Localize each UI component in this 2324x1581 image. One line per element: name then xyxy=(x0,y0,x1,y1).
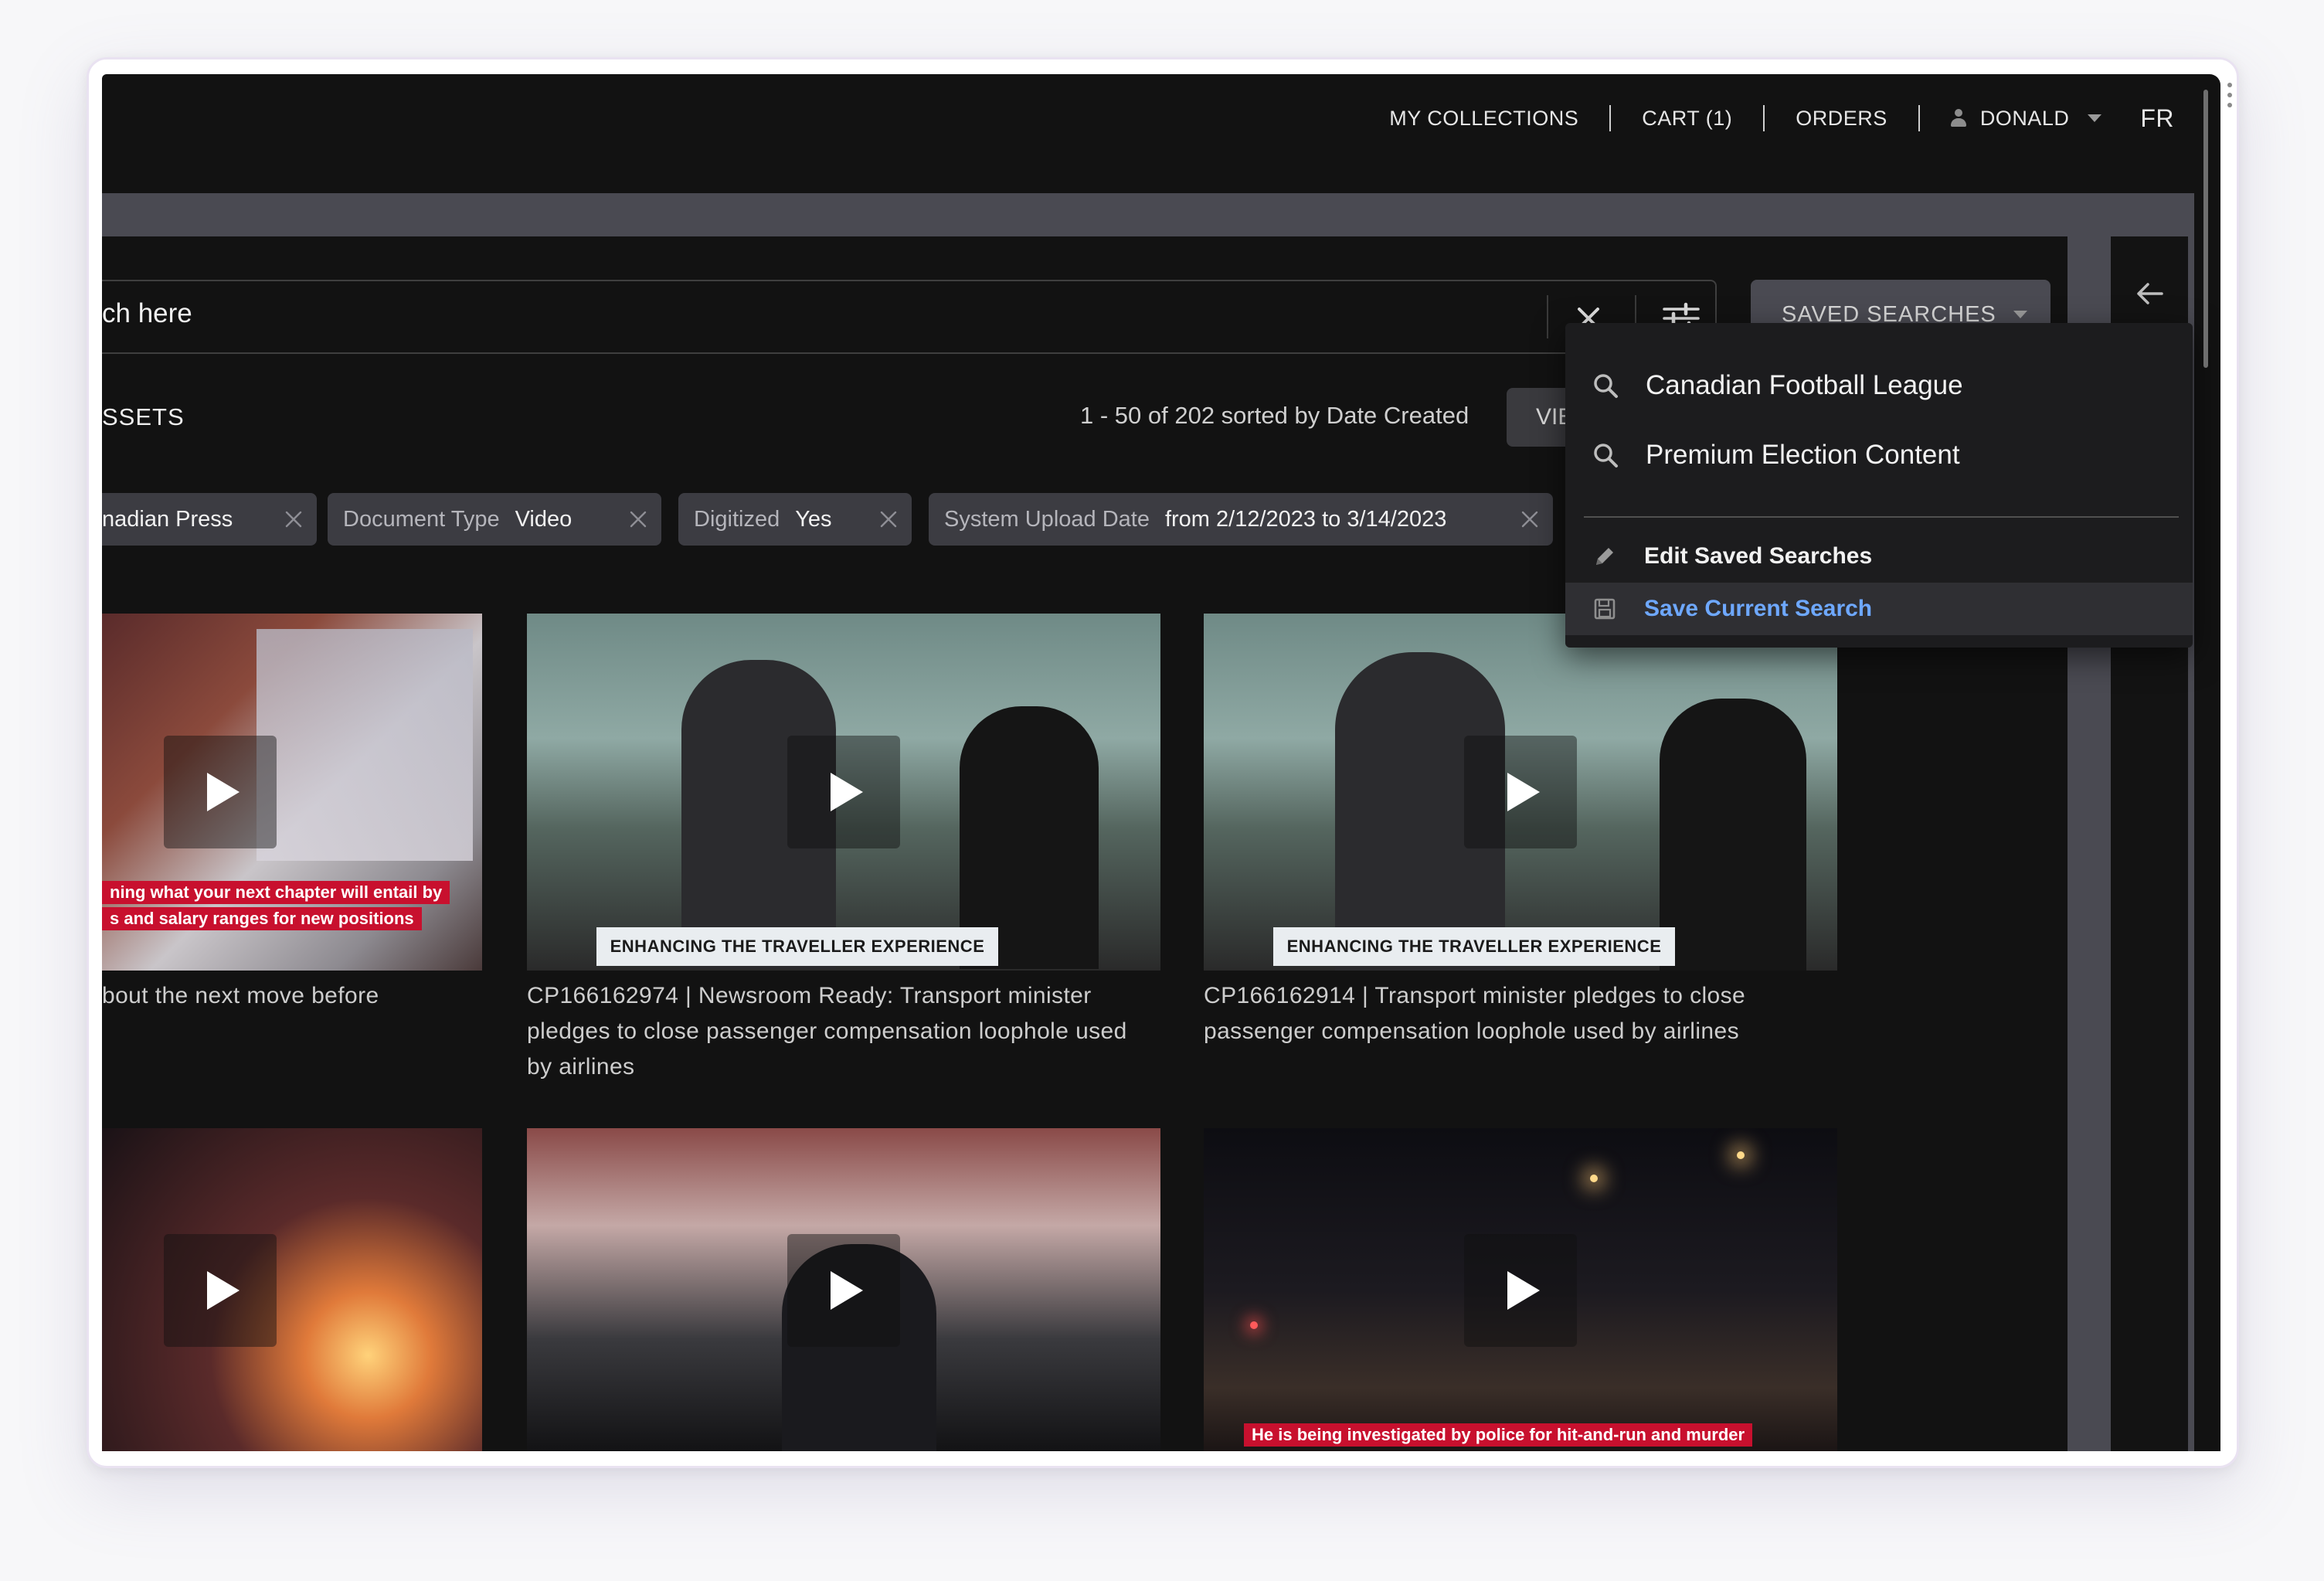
video-thumbnail[interactable] xyxy=(527,1128,1160,1451)
remove-chip-icon[interactable] xyxy=(1520,510,1539,529)
nav-orders[interactable]: ORDERS xyxy=(1765,107,1918,131)
pencil-icon xyxy=(1596,548,1613,565)
user-icon xyxy=(1950,109,1966,128)
video-thumbnail[interactable] xyxy=(102,1128,482,1451)
save-current-search-label: Save Current Search xyxy=(1644,596,1873,621)
lower-third-banner: ENHANCING THE TRAVELLER EXPERIENCE xyxy=(1273,927,1675,966)
video-thumbnail[interactable]: ning what your next chapter will entail … xyxy=(102,614,482,971)
edit-saved-searches-label: Edit Saved Searches xyxy=(1644,543,1873,569)
search-input[interactable] xyxy=(102,280,1717,354)
chevron-down-icon xyxy=(2088,114,2102,122)
app-window: MY COLLECTIONS CART (1) ORDERS DONALD FR… xyxy=(102,74,2220,1451)
filter-chip-document-type[interactable]: Document Type Video xyxy=(328,493,661,546)
saved-search-label: Canadian Football League xyxy=(1646,370,1963,400)
lower-third-text: s and salary ranges for new positions xyxy=(102,907,422,930)
section-title: SSETS xyxy=(102,403,185,430)
dropdown-divider xyxy=(1584,516,2179,518)
more-options-icon[interactable] xyxy=(2227,82,2233,108)
saved-searches-dropdown: Canadian Football League Premium Electio… xyxy=(1565,323,2193,648)
saved-search-item[interactable]: Premium Election Content xyxy=(1565,428,2193,482)
lower-third-text: ning what your next chapter will entail … xyxy=(102,881,450,904)
remove-chip-icon[interactable] xyxy=(879,510,898,529)
card-caption[interactable]: CP166162974 | Newsroom Ready: Transport … xyxy=(527,978,1145,1085)
play-icon[interactable] xyxy=(1464,1234,1577,1347)
floppy-disk-icon xyxy=(1594,598,1616,620)
chip-key: Digitized xyxy=(694,506,780,532)
card-caption[interactable]: CP166162914 | Transport minister pledges… xyxy=(1204,978,1822,1049)
thumbnail-scene xyxy=(1250,1321,1258,1329)
video-thumbnail[interactable]: ENHANCING THE TRAVELLER EXPERIENCE xyxy=(527,614,1160,971)
search-input-text[interactable]: ch here xyxy=(102,298,192,329)
result-count: 1 - 50 of 202 sorted by Date Created xyxy=(1080,402,1469,429)
edit-saved-searches-item[interactable]: Edit Saved Searches xyxy=(1565,532,2193,581)
thumbnail-scene xyxy=(1660,699,1806,971)
saved-search-item[interactable]: Canadian Football League xyxy=(1565,359,2193,413)
card-caption[interactable]: bout the next move before xyxy=(102,978,488,1014)
user-menu[interactable]: DONALD xyxy=(1920,107,2133,131)
chip-key: System Upload Date xyxy=(944,506,1150,532)
search-icon xyxy=(1594,374,1618,398)
filter-chip-digitized[interactable]: Digitized Yes xyxy=(678,493,912,546)
language-toggle[interactable]: FR xyxy=(2132,104,2174,133)
chip-key: Document Type xyxy=(343,506,500,532)
chip-value: from 2/12/2023 to 3/14/2023 xyxy=(1164,506,1447,532)
search-icon xyxy=(1594,444,1618,468)
thumbnail-scene xyxy=(1590,1175,1598,1182)
lower-third-banner: ENHANCING THE TRAVELLER EXPERIENCE xyxy=(596,927,998,966)
arrow-left-icon[interactable] xyxy=(2132,277,2166,311)
play-icon[interactable] xyxy=(1464,736,1577,848)
user-name: DONALD xyxy=(1979,106,2070,130)
scrollbar-thumb[interactable] xyxy=(2203,90,2208,368)
nav-cart[interactable]: CART (1) xyxy=(1611,107,1763,131)
saved-search-label: Premium Election Content xyxy=(1646,440,1960,470)
thumbnail-scene xyxy=(1737,1151,1745,1159)
top-navigation: MY COLLECTIONS CART (1) ORDERS DONALD FR xyxy=(1358,97,2174,139)
nav-my-collections[interactable]: MY COLLECTIONS xyxy=(1358,107,1609,131)
video-thumbnail[interactable]: He is being investigated by police for h… xyxy=(1204,1128,1837,1451)
search-divider xyxy=(1547,295,1548,338)
filter-chip-source[interactable]: nadian Press xyxy=(102,493,317,546)
chevron-down-icon xyxy=(2013,311,2027,318)
filter-chip-upload-date[interactable]: System Upload Date from 2/12/2023 to 3/1… xyxy=(929,493,1553,546)
video-thumbnail[interactable]: ENHANCING THE TRAVELLER EXPERIENCE xyxy=(1204,614,1837,971)
remove-chip-icon[interactable] xyxy=(284,510,303,529)
thumbnail-scene xyxy=(257,629,473,861)
chip-value: Yes xyxy=(795,506,832,532)
play-icon[interactable] xyxy=(164,736,277,848)
chip-value: nadian Press xyxy=(102,506,233,532)
play-icon[interactable] xyxy=(787,736,900,848)
chip-value: Video xyxy=(515,506,573,532)
play-icon[interactable] xyxy=(164,1234,277,1347)
remove-chip-icon[interactable] xyxy=(629,510,647,529)
lower-third-text: He is being investigated by police for h… xyxy=(1244,1423,1753,1447)
header-band xyxy=(102,193,2191,236)
play-icon[interactable] xyxy=(787,1234,900,1347)
save-current-search-item[interactable]: Save Current Search xyxy=(1565,583,2193,635)
